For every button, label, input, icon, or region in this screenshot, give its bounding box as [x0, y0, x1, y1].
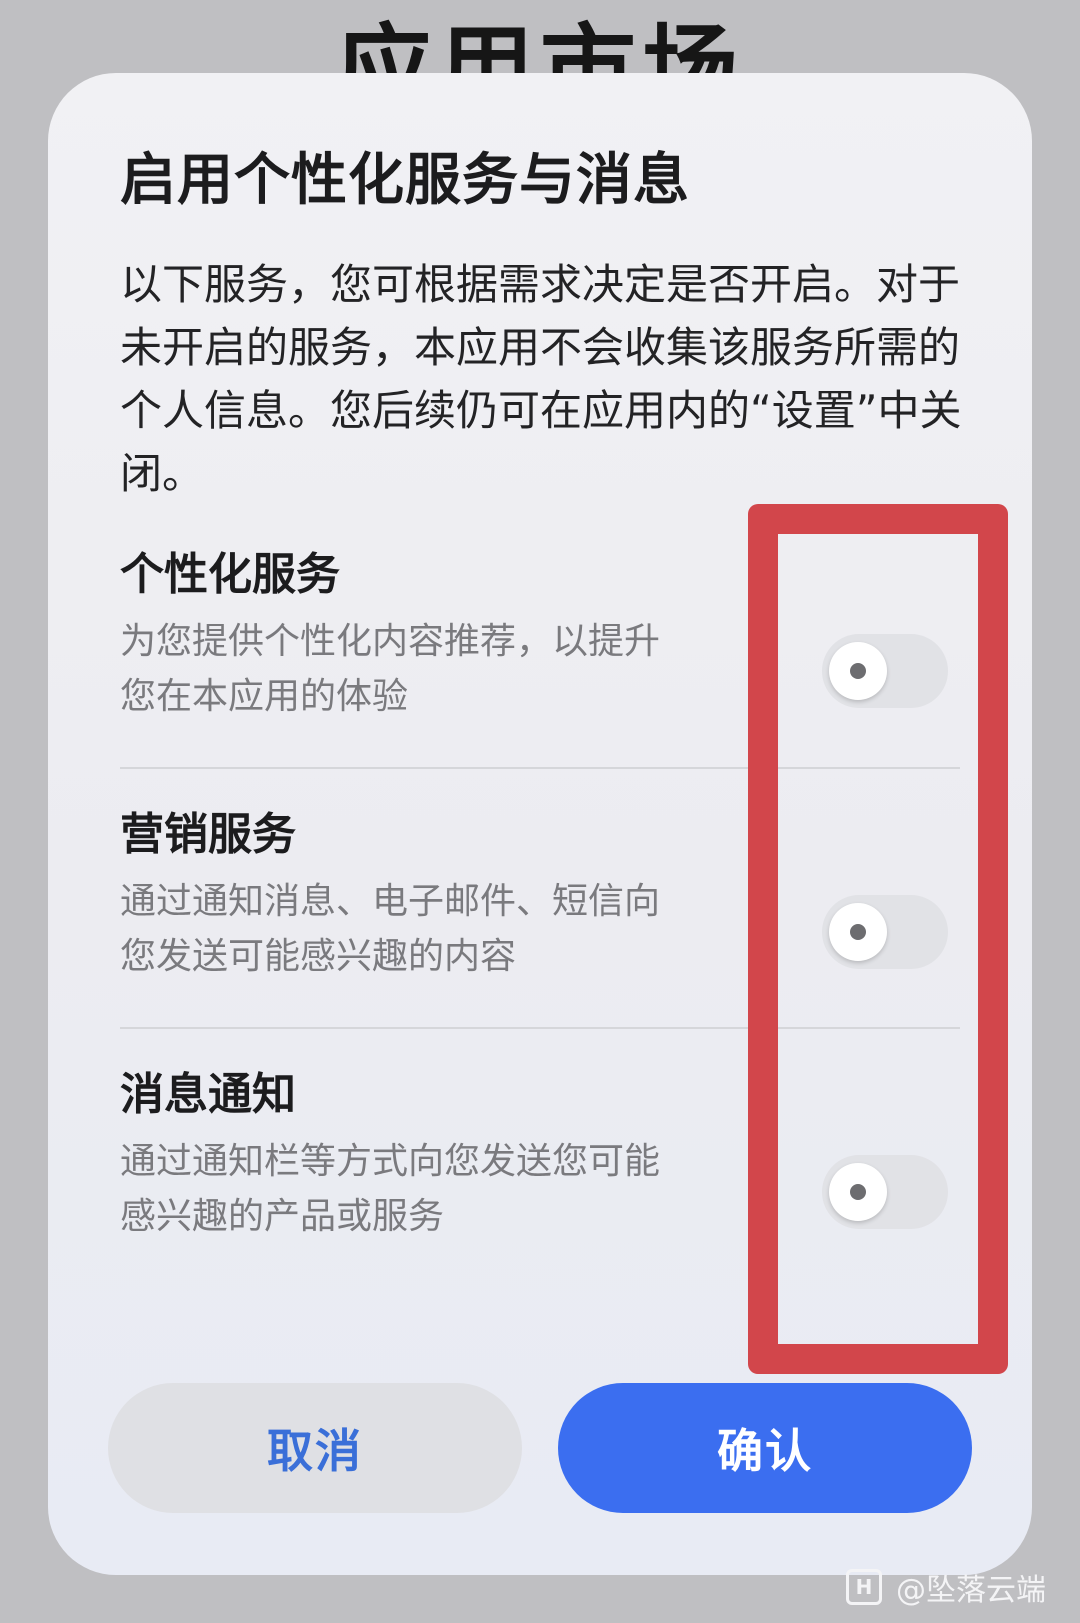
list-item-message-notification: 消息通知 通过通知栏等方式向您发送您可能 感兴趣的产品或服务 [120, 1058, 960, 1237]
toggle-knob-icon [829, 903, 887, 961]
platform-logo-icon: H [846, 1569, 882, 1605]
dialog-description: 以下服务，您可根据需求决定是否开启。对于未开启的服务，本应用不会收集该服务所需的… [120, 260, 962, 498]
list-item-personalized-service: 个性化服务 为您提供个性化内容推荐，以提升 您在本应用的体验 [120, 538, 960, 717]
personalized-service-toggle[interactable] [822, 634, 948, 708]
confirm-button[interactable]: 确认 [558, 1383, 972, 1513]
item-description: 通过通知栏等方式向您发送您可能 感兴趣的产品或服务 [120, 1141, 661, 1237]
divider [120, 1027, 960, 1029]
item-description: 为您提供个性化内容推荐，以提升 您在本应用的体验 [120, 621, 661, 717]
cancel-button[interactable]: 取消 [108, 1383, 522, 1513]
message-notification-toggle[interactable] [822, 1155, 948, 1229]
personalization-dialog: 启用个性化服务与消息 以下服务，您可根据需求决定是否开启。对于未开启的服务，本应… [48, 73, 1032, 1575]
marketing-service-toggle[interactable] [822, 895, 948, 969]
item-title: 个性化服务 [120, 549, 340, 600]
item-title: 消息通知 [120, 1069, 296, 1120]
item-title: 营销服务 [120, 809, 296, 860]
watermark: H @坠落云端 [846, 1565, 1046, 1609]
dialog-title: 启用个性化服务与消息 [120, 148, 690, 213]
list-item-marketing-service: 营销服务 通过通知消息、电子邮件、短信向 您发送可能感兴趣的内容 [120, 798, 960, 977]
toggle-knob-icon [829, 642, 887, 700]
toggle-knob-icon [829, 1163, 887, 1221]
item-description: 通过通知消息、电子邮件、短信向 您发送可能感兴趣的内容 [120, 881, 661, 977]
divider [120, 767, 960, 769]
watermark-text: @坠落云端 [896, 1573, 1046, 1608]
